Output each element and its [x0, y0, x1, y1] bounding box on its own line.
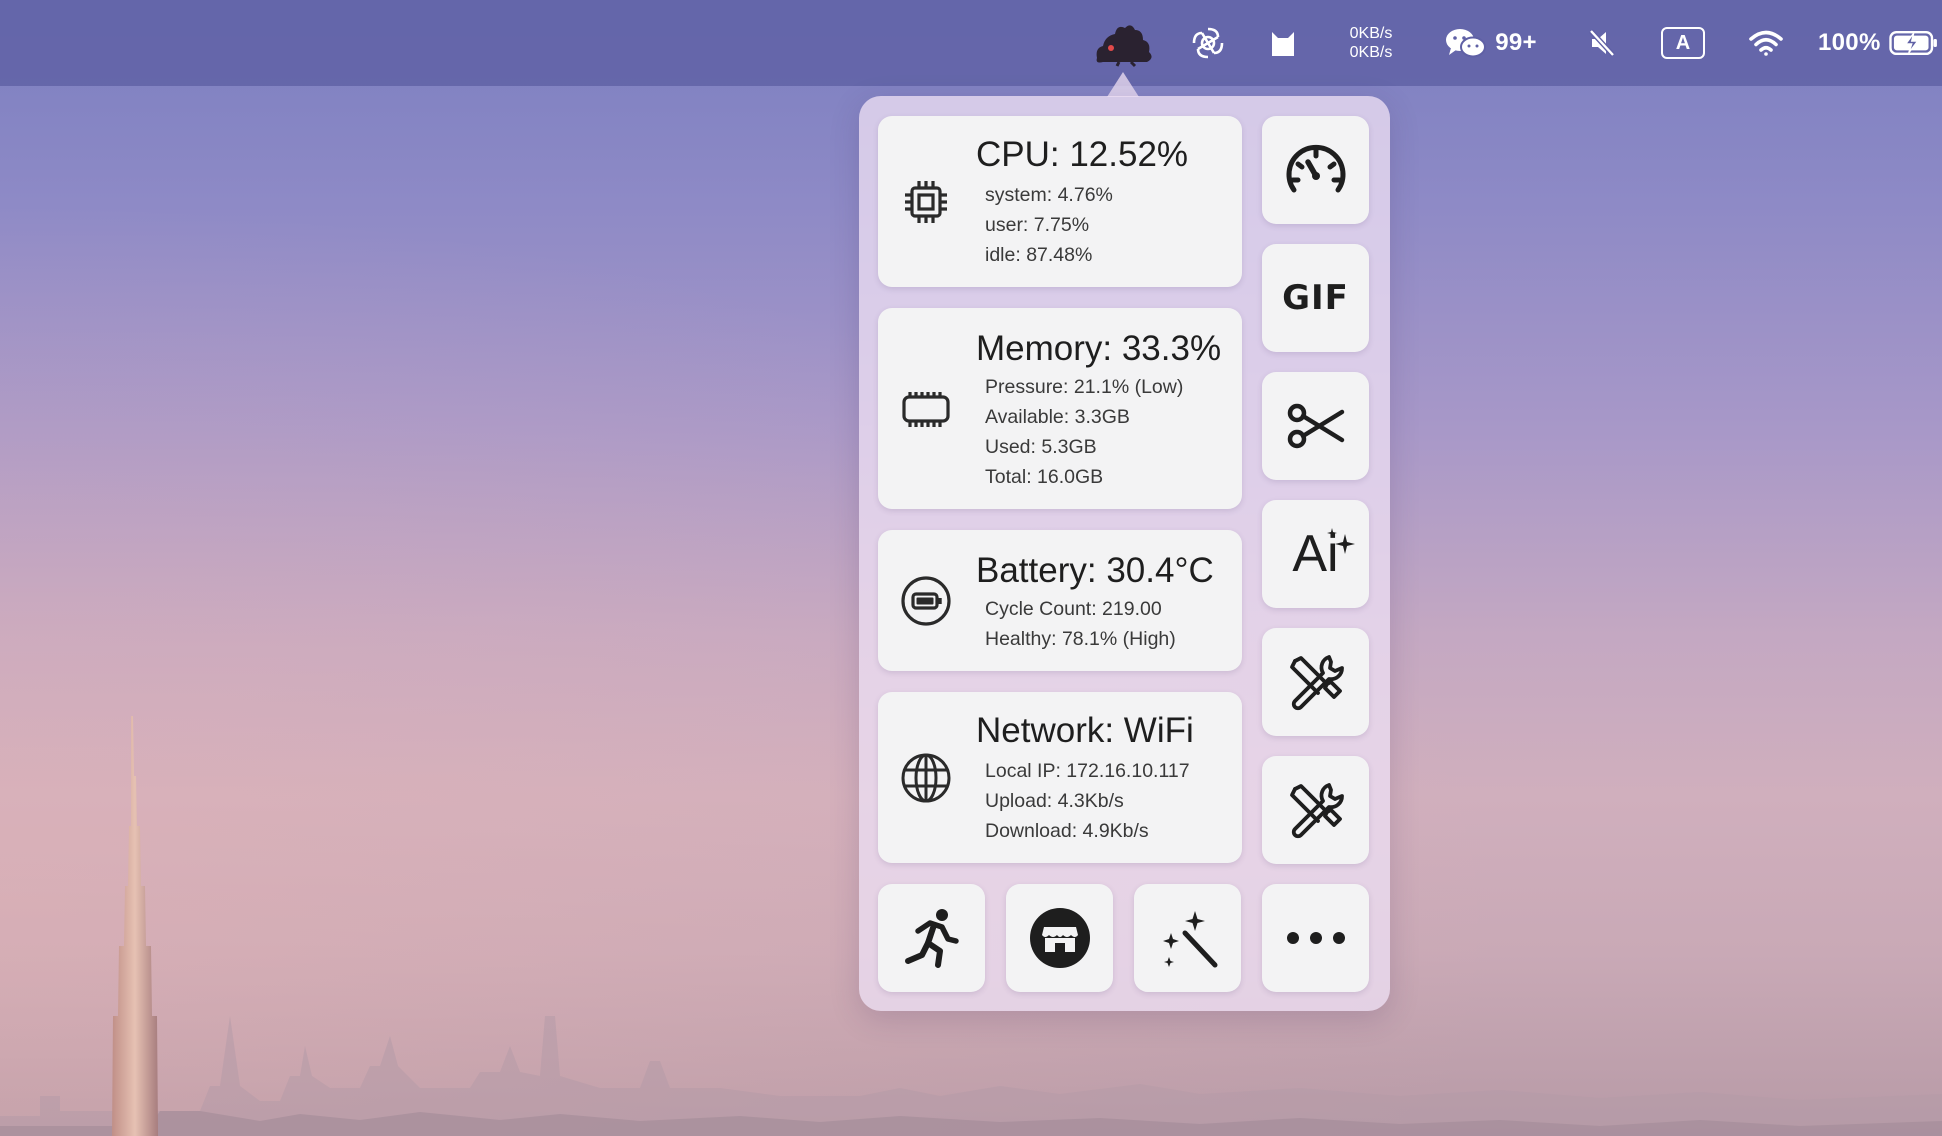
- battery-cycle-count: Cycle Count: 219.00: [985, 598, 1162, 620]
- gif-recorder-button[interactable]: GIF: [1262, 244, 1369, 352]
- battery-details: Cycle Count: 219.00 Healthy: 78.1% (High…: [985, 594, 1176, 654]
- wechat-icon: [1446, 29, 1487, 58]
- store-icon: [1029, 908, 1090, 968]
- net-download-speed: 0KB/s: [1349, 44, 1393, 61]
- tools-button-2[interactable]: [1262, 756, 1369, 864]
- memory-card[interactable]: Memory: 33.3% Pressure: 21.1% (Low) Avai…: [878, 308, 1242, 509]
- wechat-badge: 99+: [1495, 29, 1537, 56]
- memory-ram-icon: [902, 392, 950, 427]
- battery-status[interactable]: 100%: [1818, 0, 1938, 86]
- battery-health: Healthy: 78.1% (High): [985, 628, 1176, 650]
- cpu-details: system: 4.76% user: 7.75% idle: 87.48%: [985, 180, 1113, 270]
- activity-button[interactable]: [878, 884, 985, 992]
- cat-app-icon[interactable]: [1266, 0, 1300, 86]
- store-button[interactable]: [1006, 884, 1113, 992]
- cpu-system: system: 4.76%: [985, 184, 1113, 206]
- ai-button[interactable]: Ai: [1262, 500, 1369, 608]
- cpu-title: CPU: 12.52%: [976, 135, 1189, 174]
- cpu-card[interactable]: CPU: 12.52% system: 4.76% user: 7.75% id…: [878, 116, 1242, 287]
- memory-title: Memory: 33.3%: [976, 329, 1222, 368]
- ai-sparkle-icon: [1327, 528, 1355, 554]
- network-speed-readout[interactable]: 0KB/s 0KB/s: [1338, 0, 1404, 86]
- memory-pressure: Pressure: 21.1% (Low): [985, 376, 1184, 398]
- memory-used: Used: 5.3GB: [985, 436, 1097, 458]
- cpu-user: user: 7.75%: [985, 214, 1090, 236]
- network-upload: Upload: 4.3Kb/s: [985, 790, 1124, 812]
- network-download: Download: 4.9Kb/s: [985, 820, 1149, 842]
- speedtest-button[interactable]: [1262, 116, 1369, 224]
- magic-wand-icon: [1162, 911, 1217, 968]
- running-icon: [904, 909, 959, 968]
- input-source-label: A: [1661, 27, 1705, 59]
- tools-icon: [1289, 655, 1344, 711]
- wifi-icon[interactable]: [1746, 0, 1786, 86]
- openai-icon[interactable]: [1190, 0, 1226, 86]
- memory-total: Total: 16.0GB: [985, 466, 1104, 488]
- battery-title: Battery: 30.4°C: [976, 551, 1214, 590]
- cpu-idle: idle: 87.48%: [985, 244, 1093, 266]
- popover-caret: [1107, 72, 1139, 97]
- mute-icon[interactable]: [1586, 0, 1618, 86]
- speedometer-icon: [1286, 144, 1345, 193]
- battery-percent: 100%: [1818, 29, 1881, 56]
- battery-card[interactable]: Battery: 30.4°C Cycle Count: 219.00 Heal…: [878, 530, 1242, 671]
- scissors-icon: [1287, 403, 1344, 449]
- globe-icon: [901, 753, 951, 803]
- network-details: Local IP: 172.16.10.117 Upload: 4.3Kb/s …: [985, 756, 1190, 846]
- memory-available: Available: 3.3GB: [985, 406, 1130, 428]
- input-source-indicator[interactable]: A: [1660, 0, 1706, 86]
- screenshot-button[interactable]: [1262, 372, 1369, 480]
- battery-icon: [901, 576, 951, 626]
- tools-icon: [1289, 783, 1344, 839]
- wechat-status[interactable]: 99+: [1436, 0, 1546, 86]
- net-upload-speed: 0KB/s: [1349, 25, 1393, 42]
- gif-label: GIF: [1282, 278, 1349, 318]
- tools-button-1[interactable]: [1262, 628, 1369, 736]
- memory-details: Pressure: 21.1% (Low) Available: 3.3GB U…: [985, 372, 1183, 492]
- network-title: Network: WiFi: [976, 711, 1194, 750]
- more-icon: [1286, 932, 1345, 944]
- battery-charging-icon: [1888, 30, 1937, 56]
- magic-button[interactable]: [1134, 884, 1241, 992]
- more-button[interactable]: [1262, 884, 1369, 992]
- cpu-chip-icon: [905, 181, 947, 223]
- menu-bar: 0KB/s 0KB/s 99+ A 100%: [0, 0, 1942, 86]
- network-card[interactable]: Network: WiFi Local IP: 172.16.10.117 Up…: [878, 692, 1242, 863]
- network-local-ip: Local IP: 172.16.10.117: [985, 760, 1190, 782]
